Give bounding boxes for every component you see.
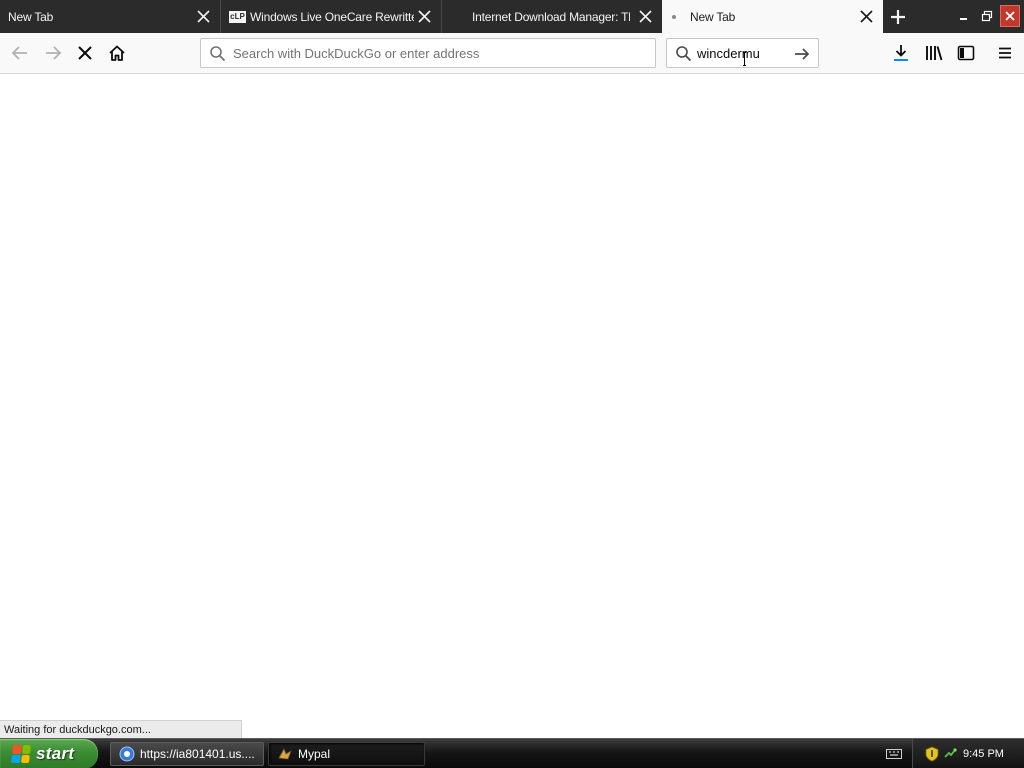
stop-x-icon: [78, 46, 92, 60]
search-icon: [210, 46, 226, 62]
home-icon: [109, 45, 125, 61]
windows-taskbar: start https://ia801401.us.... Mypal 9:45…: [0, 738, 1024, 768]
system-tray: 9:45 PM: [912, 739, 1024, 768]
back-button[interactable]: [8, 41, 32, 65]
search-icon: [676, 46, 692, 62]
network-icon[interactable]: [943, 747, 957, 761]
back-arrow-icon: [11, 46, 27, 60]
taskbar-item-browser-url[interactable]: https://ia801401.us....: [110, 742, 264, 766]
url-input[interactable]: [233, 45, 643, 62]
search-go-arrow-icon[interactable]: [793, 45, 811, 63]
tab-new-tab-1[interactable]: New Tab: [0, 0, 221, 33]
close-tab-icon[interactable]: [197, 10, 210, 23]
tab-title: Internet Download Manager: The: [472, 9, 630, 24]
tab-title: New Tab: [690, 9, 736, 24]
tab-windows-live-onecare[interactable]: cLP Windows Live OneCare Rewritten: [221, 0, 442, 33]
url-bar[interactable]: [200, 38, 656, 68]
text-cursor-icon: [743, 52, 746, 66]
taskbar-item-mypal[interactable]: Mypal: [268, 742, 425, 766]
tab-strip: New Tab cLP Windows Live OneCare Rewritt…: [0, 0, 1024, 33]
tab-title: Windows Live OneCare Rewritten: [250, 9, 414, 24]
tab-title: New Tab: [8, 9, 54, 24]
forward-button[interactable]: [41, 41, 65, 65]
hamburger-menu-icon: [999, 47, 1011, 59]
navigation-toolbar: [0, 33, 1024, 74]
taskbar-item-label: https://ia801401.us....: [140, 747, 255, 761]
browser-globe-icon: [119, 746, 135, 762]
start-button[interactable]: start: [0, 739, 98, 768]
minimize-icon: [960, 18, 967, 20]
download-icon: [894, 45, 908, 61]
stop-button[interactable]: [73, 41, 97, 65]
status-panel: Waiting for duckduckgo.com...: [0, 720, 242, 738]
close-window-button[interactable]: [1000, 5, 1020, 27]
close-window-icon: [1005, 11, 1015, 21]
library-icon: [926, 46, 943, 61]
new-tab-plus-icon[interactable]: [886, 5, 910, 29]
clp-favicon-icon: cLP: [229, 10, 246, 23]
forward-arrow-icon: [46, 46, 62, 60]
start-label: start: [36, 744, 75, 763]
library-button[interactable]: [922, 41, 946, 65]
sidebar-icon: [957, 45, 975, 61]
status-text: Waiting for duckduckgo.com...: [4, 724, 151, 736]
windows-logo-icon: [11, 745, 31, 763]
close-tab-icon[interactable]: [418, 10, 431, 23]
page-content-area[interactable]: [0, 74, 1024, 738]
keyboard-icon[interactable]: [886, 747, 902, 761]
restore-icon: [981, 10, 993, 22]
home-button[interactable]: [105, 41, 129, 65]
tab-internet-download-manager[interactable]: Internet Download Manager: The: [442, 0, 662, 33]
loading-indicator-icon: [672, 14, 676, 19]
minimize-button[interactable]: [954, 5, 974, 27]
close-tab-icon[interactable]: [639, 10, 652, 23]
close-tab-icon[interactable]: [860, 10, 873, 23]
security-shield-icon[interactable]: [925, 746, 939, 762]
tab-new-tab-active[interactable]: New Tab: [662, 0, 883, 33]
clock: 9:45 PM: [963, 748, 1004, 760]
menu-button[interactable]: [993, 41, 1017, 65]
mypal-icon: [278, 748, 292, 760]
restore-button[interactable]: [977, 5, 997, 27]
taskbar-item-label: Mypal: [298, 747, 331, 761]
sidebar-toggle-button[interactable]: [954, 41, 978, 65]
downloads-button[interactable]: [889, 41, 913, 65]
